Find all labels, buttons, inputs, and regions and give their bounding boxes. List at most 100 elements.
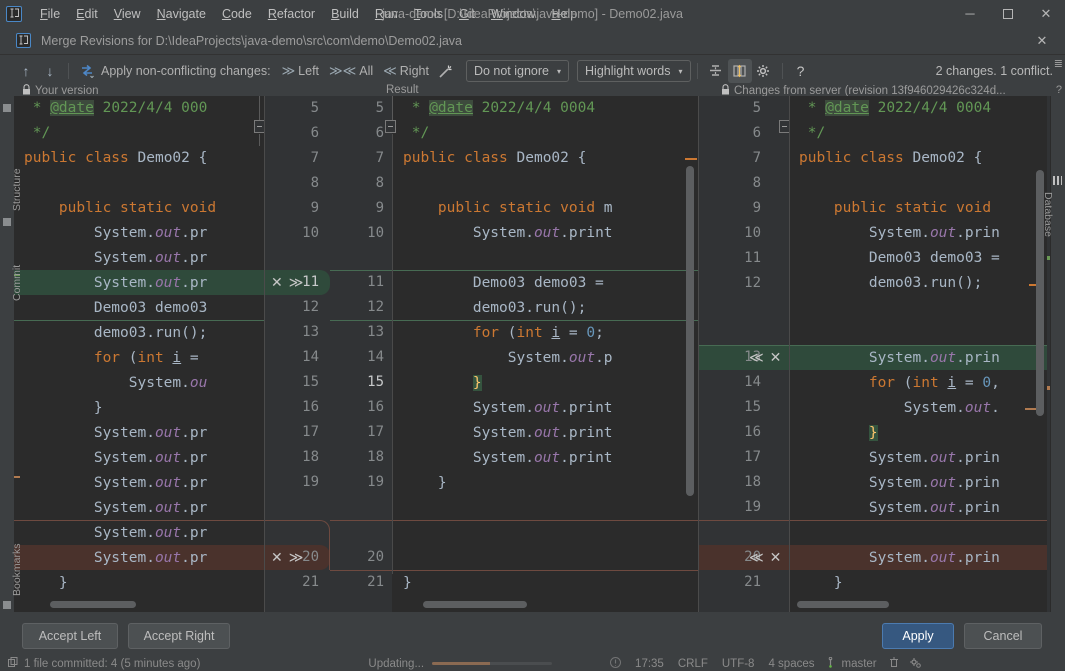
right-action-marker-13[interactable]: ≪ ✕ [749, 345, 781, 370]
branch-icon [828, 656, 838, 671]
dialog-close-icon[interactable]: ✕ [1027, 31, 1057, 51]
menu-help[interactable]: Help [543, 4, 585, 24]
revert-icon-11[interactable]: ✕ [271, 274, 283, 291]
maximize-button[interactable] [989, 0, 1027, 27]
result-hscrollbar[interactable] [423, 601, 527, 608]
toolbar-separator-2 [696, 63, 698, 79]
encoding-widget[interactable]: UTF-8 [722, 658, 755, 670]
left-code[interactable]: * @date 2022/4/4 000 */ public class Dem… [24, 96, 264, 612]
next-difference-icon[interactable]: ↓ [38, 59, 62, 83]
accept-right-button[interactable]: Accept Right [128, 623, 230, 649]
menu-window[interactable]: Window [483, 4, 543, 24]
menu-git[interactable]: Git [451, 4, 483, 24]
menu-refactor[interactable]: Refactor [260, 4, 323, 24]
sidebar-item-bookmarks[interactable]: Bookmarks [11, 543, 23, 596]
apply-right-button[interactable]: ≪ Right [378, 61, 434, 81]
time-indicator[interactable]: 17:35 [635, 658, 664, 670]
menu-view[interactable]: View [106, 4, 149, 24]
menu-edit[interactable]: Edit [68, 4, 106, 24]
result-code[interactable]: * @date 2022/4/4 0004 */ public class De… [403, 96, 698, 612]
accept-left-button[interactable]: Accept Left [22, 623, 118, 649]
result-caret-accent [685, 158, 697, 160]
dialog-bottom-bar: Accept Left Accept Right Apply Cancel [0, 614, 1065, 656]
sidebar-item-structure[interactable]: Structure [11, 168, 23, 211]
apply-left-button[interactable]: ≫ Left [277, 61, 324, 81]
line-separator-widget[interactable]: CRLF [678, 658, 708, 670]
resolve-simple-conflicts-icon[interactable] [75, 59, 99, 83]
right-marker-stripe[interactable] [1047, 96, 1050, 612]
cancel-button[interactable]: Cancel [964, 623, 1042, 649]
main-menu: File Edit View Navigate Code Refactor Bu… [32, 4, 585, 24]
highlight-policy-value: Highlight words [585, 64, 671, 78]
database-icon[interactable] [1053, 176, 1062, 185]
updating-text: Updating... [368, 657, 425, 670]
right-hscrollbar[interactable] [797, 601, 889, 608]
stripe-mark-orange [1047, 386, 1050, 390]
fold-guide-left-2 [259, 134, 260, 146]
minimize-button[interactable]: ─ [951, 0, 989, 27]
accept-right-icon-20[interactable]: ≪ [749, 549, 764, 566]
merge-editors: * @date 2022/4/4 000 */ public class Dem… [14, 96, 1051, 612]
right-editor-pane[interactable]: 5 6 7 8 9 10 11 12 13 14 15 16 17 18 19 … [698, 96, 1050, 612]
ide-statusbar: 1 file committed: 4 (5 minutes ago) Upda… [0, 656, 1065, 671]
help-icon[interactable]: ? [789, 59, 813, 83]
revert-icon-20[interactable]: ✕ [271, 549, 283, 566]
sidebar-item-database[interactable]: Database [1042, 192, 1054, 237]
chevron-down-icon-2: ▾ [678, 66, 683, 76]
trash-icon[interactable] [889, 657, 899, 671]
dialog-logo-icon [16, 33, 31, 48]
mid-pane-header: Result [386, 84, 419, 96]
accept-right-icon-13[interactable]: ≪ [749, 349, 764, 366]
right-action-marker-20[interactable]: ≪ ✕ [749, 545, 781, 570]
magic-resolve-icon[interactable] [434, 59, 458, 83]
menu-file[interactable]: File [32, 4, 68, 24]
commit-icon [8, 657, 18, 670]
mid-pane-label: Result [386, 84, 419, 96]
sidebar-icon-3[interactable] [3, 601, 11, 609]
result-action-marker-20[interactable]: ✕ ≫ [271, 545, 303, 570]
result-action-marker-11[interactable]: ✕ ≫ [271, 270, 303, 295]
gear-icon[interactable] [752, 59, 776, 83]
fold-marker-left[interactable] [254, 120, 264, 133]
sidebar-icon-1[interactable] [3, 104, 11, 112]
git-branch-widget[interactable]: master [841, 658, 876, 670]
left-hscrollbar[interactable] [50, 601, 136, 608]
menu-run[interactable]: Run [367, 4, 406, 24]
apply-all-button[interactable]: ≫≪ All [324, 61, 378, 81]
inspection-widget-icon[interactable] [610, 656, 622, 671]
indent-widget[interactable]: 4 spaces [768, 658, 814, 670]
right-code[interactable]: * @date 2022/4/4 0004 */ public class De… [799, 96, 1050, 612]
sidebar-icon-2[interactable] [3, 218, 11, 226]
right-help-icon[interactable]: ? [1056, 84, 1062, 96]
result-vscrollbar[interactable] [686, 166, 694, 496]
sidebar-item-commit[interactable]: Commit [11, 265, 23, 301]
close-button[interactable]: ✕ [1027, 0, 1065, 27]
ignore-policy-combo[interactable]: Do not ignore ▾ [465, 60, 570, 82]
apply-left-label: Left [298, 64, 320, 78]
menu-navigate[interactable]: Navigate [149, 4, 214, 24]
commit-status-text: 1 file committed: 4 (5 minutes ago) [24, 657, 201, 670]
toolbar-separator-3 [781, 63, 783, 79]
fold-guide-left [259, 96, 260, 120]
stripe-toggle-icon[interactable]: ≣ [1054, 59, 1063, 70]
fold-marker-result[interactable] [385, 120, 396, 133]
revert-right-icon-13[interactable]: ✕ [770, 349, 782, 366]
menu-build[interactable]: Build [323, 4, 367, 24]
update-progress-bar [432, 658, 553, 670]
highlight-policy-combo[interactable]: Highlight words ▾ [577, 60, 691, 82]
show-whitespace-icon[interactable] [727, 59, 752, 83]
left-editor-pane[interactable]: * @date 2022/4/4 000 */ public class Dem… [14, 96, 264, 612]
settings-icon[interactable] [909, 657, 921, 671]
apply-right-icon: ≪ [383, 63, 397, 78]
previous-difference-icon[interactable]: ↑ [14, 59, 38, 83]
apply-button[interactable]: Apply [882, 623, 954, 649]
menu-tools[interactable]: Tools [406, 4, 451, 24]
result-editor-pane[interactable]: ✕ ≫ ✕ ≫ 5 6 7 8 9 10 11 12 13 14 15 16 1… [264, 96, 698, 612]
apply-left-icon: ≫ [281, 63, 296, 78]
window-controls: ─ ✕ [951, 0, 1065, 27]
revert-right-icon-20[interactable]: ✕ [770, 549, 782, 566]
menu-code[interactable]: Code [214, 4, 260, 24]
ide-window: File Edit View Navigate Code Refactor Bu… [0, 0, 1065, 671]
merge-toolbar: ↑ ↓ Apply non-conflicting changes: ≫ Lef… [14, 56, 1051, 86]
collapse-unchanged-icon[interactable] [704, 59, 728, 83]
